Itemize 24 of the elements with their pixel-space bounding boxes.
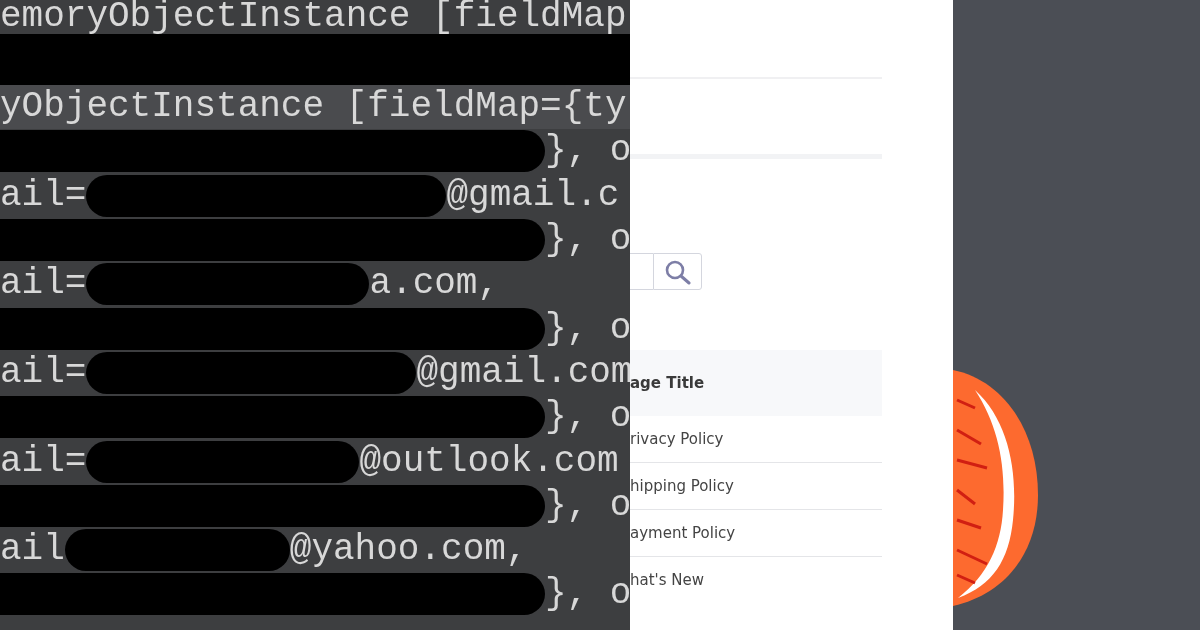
table-cell[interactable]: hipping Policy	[630, 463, 882, 510]
code-text: @yahoo.com,	[289, 530, 528, 571]
table-cell[interactable]: ayment Policy	[630, 510, 882, 557]
code-line: emoryObjectInstance [fieldMap	[0, 0, 627, 34]
table-cell[interactable]: hat's New	[630, 557, 882, 603]
code-text: ail=	[0, 441, 87, 482]
code-text: @gmail.c	[446, 175, 620, 216]
search-icon	[663, 258, 692, 285]
code-text: }, o	[545, 397, 630, 438]
table-cell[interactable]: rivacy Policy	[630, 416, 882, 463]
column-header: age Title	[630, 350, 882, 416]
code-text: @outlook.com	[359, 441, 619, 482]
search-button[interactable]	[653, 253, 702, 290]
code-text: }, o	[545, 131, 630, 172]
code-text: ail=	[0, 352, 87, 393]
code-text: ail	[0, 530, 65, 571]
code-line: yObjectInstance [fieldMap={ty	[0, 87, 627, 128]
code-text: a.com,	[369, 264, 500, 305]
code-text: ail=	[0, 175, 87, 216]
code-text: }, o	[545, 485, 630, 526]
code-text: ail=	[0, 264, 87, 305]
code-text: }, o	[545, 220, 630, 261]
code-text: }, o	[545, 574, 630, 615]
code-text: }, o	[545, 308, 630, 349]
